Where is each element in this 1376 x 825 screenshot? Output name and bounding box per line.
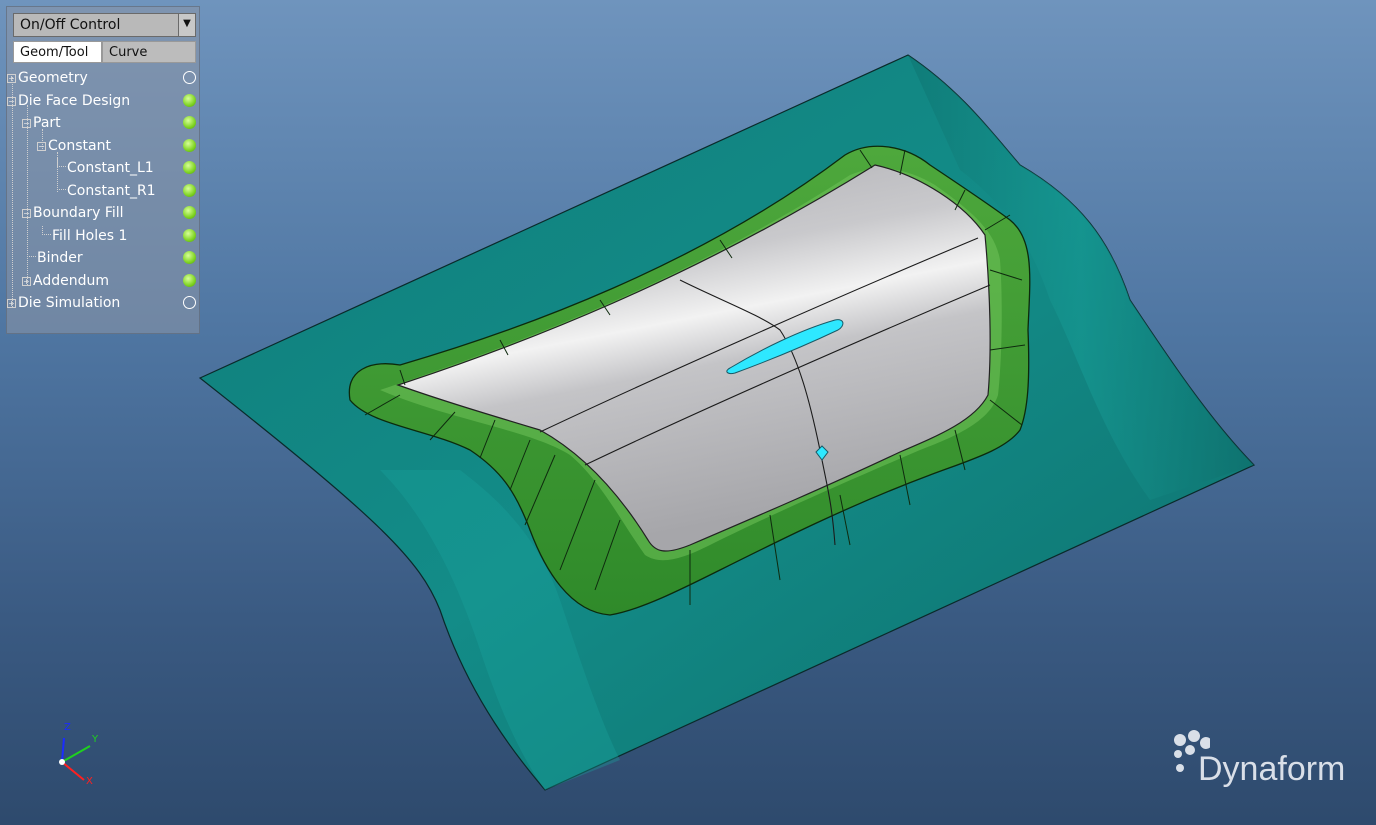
- tab-geom-tool[interactable]: Geom/Tool: [13, 41, 102, 63]
- expand-icon[interactable]: +: [22, 277, 31, 286]
- tree-item-label: Fill Holes 1: [52, 228, 128, 244]
- visibility-toggle-icon[interactable]: [183, 161, 196, 174]
- tree-item-label: Part: [33, 115, 61, 131]
- visibility-toggle-icon[interactable]: [183, 229, 196, 242]
- visibility-toggle-icon[interactable]: [183, 139, 196, 152]
- tree-item-binder[interactable]: Binder: [27, 248, 83, 268]
- visibility-toggle-icon[interactable]: [183, 116, 196, 129]
- model-viewport[interactable]: [0, 0, 1376, 825]
- chevron-down-icon[interactable]: ▼: [178, 14, 195, 36]
- expand-icon[interactable]: +: [7, 74, 16, 83]
- expand-icon[interactable]: +: [7, 299, 16, 308]
- collapse-icon[interactable]: −: [37, 142, 46, 151]
- tree-item-label: Constant_R1: [67, 183, 156, 199]
- tree-item-label: Die Simulation: [18, 295, 121, 311]
- on-off-control-panel: On/Off Control ▼ Geom/Tool Curve + Geomet…: [6, 6, 200, 334]
- axis-label-z: Z: [64, 722, 71, 733]
- tree-connector: [12, 77, 13, 307]
- visibility-toggle-icon[interactable]: [183, 274, 196, 287]
- dynaform-logo: Dynaform: [1170, 728, 1360, 788]
- collapse-icon[interactable]: −: [22, 119, 31, 128]
- tree-item-label: Constant: [48, 138, 111, 154]
- tree-item-geometry[interactable]: + Geometry: [7, 68, 88, 88]
- tree-item-addendum[interactable]: + Addendum: [22, 271, 109, 291]
- control-mode-dropdown[interactable]: On/Off Control ▼: [13, 13, 196, 37]
- tree-item-constant-r1[interactable]: Constant_R1: [57, 181, 156, 201]
- visibility-toggle-icon[interactable]: [183, 184, 196, 197]
- tree-item-label: Addendum: [33, 273, 109, 289]
- axis-label-y: Y: [92, 734, 99, 745]
- tree-item-label: Geometry: [18, 70, 88, 86]
- tree-item-label: Boundary Fill: [33, 205, 124, 221]
- tree-item-die-face-design[interactable]: − Die Face Design: [7, 91, 130, 111]
- axis-triad: Z Y X: [50, 720, 110, 795]
- tree-leaf-connector: [57, 158, 66, 167]
- tree-leaf-connector: [27, 248, 36, 257]
- tree-item-constant[interactable]: − Constant: [37, 136, 111, 156]
- dropdown-label: On/Off Control: [20, 17, 121, 33]
- tree-item-label: Binder: [37, 250, 83, 266]
- visibility-toggle-icon[interactable]: [183, 206, 196, 219]
- visibility-toggle-icon[interactable]: [183, 296, 196, 309]
- axis-triad-icon: [59, 737, 91, 781]
- visibility-toggle-icon[interactable]: [183, 71, 196, 84]
- tree-item-label: Constant_L1: [67, 160, 154, 176]
- tree-item-constant-l1[interactable]: Constant_L1: [57, 158, 154, 178]
- tree-leaf-connector: [57, 181, 66, 190]
- tree-item-part[interactable]: − Part: [22, 113, 61, 133]
- collapse-icon[interactable]: −: [22, 209, 31, 218]
- tree-item-fill-holes-1[interactable]: Fill Holes 1: [42, 226, 127, 246]
- axis-label-x: X: [86, 776, 93, 787]
- tree-item-boundary-fill[interactable]: − Boundary Fill: [22, 203, 124, 223]
- logo-text: Dynaform: [1198, 750, 1346, 788]
- visibility-toggle-icon[interactable]: [183, 94, 196, 107]
- tree-item-die-simulation[interactable]: + Die Simulation: [7, 293, 120, 313]
- collapse-icon[interactable]: −: [7, 97, 16, 106]
- tab-curve[interactable]: Curve: [102, 41, 196, 63]
- tree-leaf-connector: [42, 226, 51, 235]
- visibility-toggle-icon[interactable]: [183, 251, 196, 264]
- tree-item-label: Die Face Design: [18, 93, 131, 109]
